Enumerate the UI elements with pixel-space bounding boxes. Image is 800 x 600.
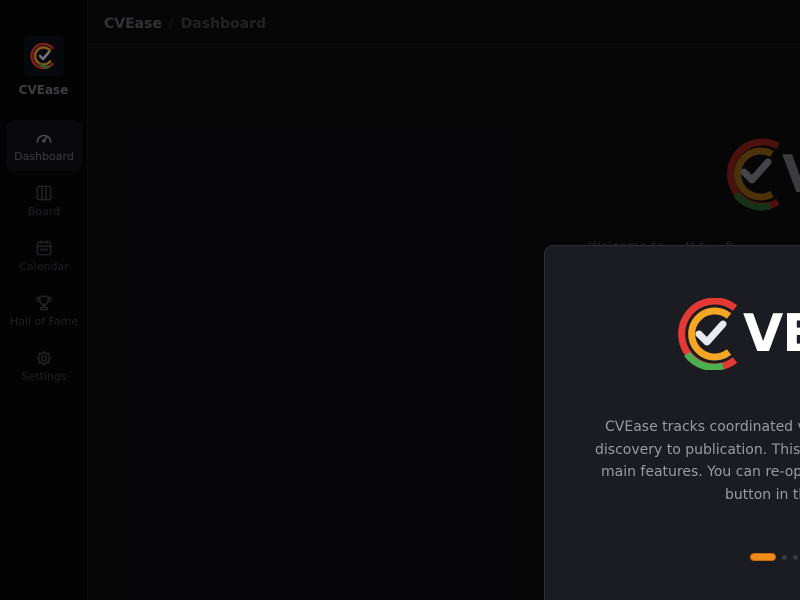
- step-indicator: [750, 553, 798, 561]
- modal-description: CVEase tracks coordinated v discovery to…: [581, 416, 800, 506]
- step-dot[interactable]: [793, 554, 798, 560]
- cvease-logo-icon: [678, 298, 738, 370]
- modal-wordmark: VE: [743, 304, 800, 364]
- modal-text-line: CVEase tracks coordinated v: [605, 419, 800, 435]
- modal-text-line: discovery to publication. This: [595, 441, 800, 458]
- modal-logo: VE: [675, 298, 800, 370]
- step-dot[interactable]: [782, 554, 787, 560]
- onboarding-modal: VE CVEase tracks coordinated v discovery…: [544, 245, 800, 600]
- step-dot-active[interactable]: [750, 553, 776, 561]
- modal-text-line: main features. You can re-op: [601, 464, 800, 480]
- app-window: CVEase Dashboard Board Calendar Hall of …: [0, 0, 800, 600]
- modal-text-line: button in th: [725, 486, 800, 503]
